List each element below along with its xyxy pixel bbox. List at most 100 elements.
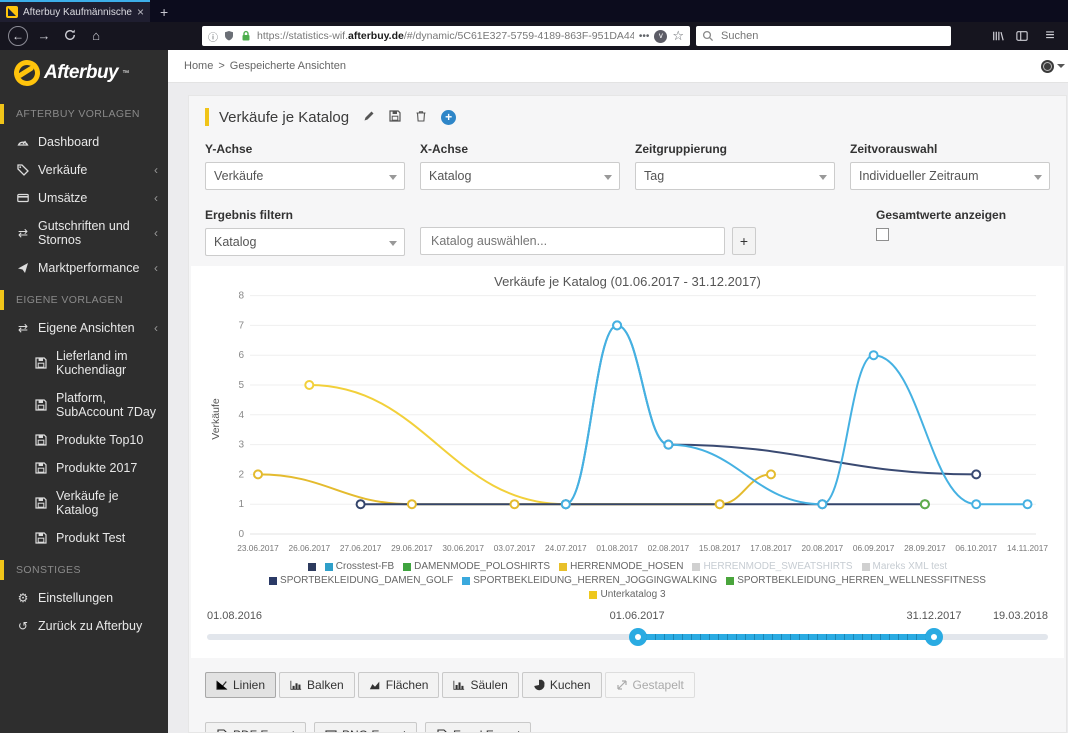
forward-icon[interactable]: → [34,26,54,46]
legend-swatch [462,576,471,585]
sidebar-saved-view-current[interactable]: Verkäufe je Katalog [0,482,168,524]
shield-icon[interactable] [223,30,235,42]
chevron-down-icon [1057,64,1065,68]
sidebar-saved-view[interactable]: Lieferland im Kuchendiagr [0,342,168,384]
slider-from-label: 01.06.2017 [609,610,665,622]
chart-type-kuchen-button[interactable]: Kuchen [521,672,602,698]
slider-handle-end[interactable] [925,628,944,646]
time-preset-select[interactable]: Individueller Zeitraum [850,162,1050,190]
legend-swatch [861,562,870,571]
filter-type-select[interactable]: Katalog [205,228,405,256]
chart-type-linien-button[interactable]: Linien [205,672,277,698]
browser-tab[interactable]: Afterbuy Kaufmännische Über × [0,0,150,22]
legend-item[interactable]: SPORTBEKLEIDUNG_HERREN_JOGGINGWALKING [462,575,717,586]
chart-type-flaechen-button[interactable]: Flächen [357,672,440,698]
legend-item[interactable]: SPORTBEKLEIDUNG_HERREN_WELLNESSFITNESS [726,575,986,586]
sidebar-item-gutschriften[interactable]: ⇄ Gutschriften und Stornos ‹ [0,212,168,254]
save-view-button[interactable] [389,108,401,126]
info-icon[interactable]: ⓘ [208,29,218,44]
new-tab-button[interactable]: + [160,4,168,22]
slider-to-label: 31.12.2017 [906,610,962,622]
excel-export-button[interactable]: Excel Export [425,722,532,732]
sidebar-saved-view[interactable]: Produkte Top10 [0,426,168,454]
svg-text:5: 5 [238,380,244,391]
legend-item[interactable]: Unterkatalog 3 [589,589,666,600]
library-icon[interactable] [992,30,1004,42]
language-selector[interactable] [1041,59,1065,73]
breadcrumb-current: Gespeicherte Ansichten [229,60,346,72]
sidebar-item-umsaetze[interactable]: Umsätze ‹ [0,184,168,212]
sidebar-item-zurueck[interactable]: ↺ Zurück zu Afterbuy [0,612,168,640]
yellow-accent [205,108,209,126]
legend-item[interactable]: Crosstest-FB [324,561,394,572]
time-preset-label: Zeitvorauswahl [850,142,938,156]
legend-item[interactable]: DAMENMODE_POLOSHIRTS [403,561,550,572]
lock-icon[interactable] [240,30,252,42]
menu-icon[interactable]: ≡ [1040,26,1060,46]
svg-text:15.08.2017: 15.08.2017 [698,543,740,553]
search-bar[interactable] [696,26,951,46]
home-icon[interactable]: ⌂ [86,26,106,46]
png-export-button[interactable]: PNG Export [314,722,418,732]
svg-text:24.07.2017: 24.07.2017 [545,543,587,553]
legend-item[interactable] [307,561,316,572]
stacked-icon [616,680,627,690]
pdf-export-button[interactable]: PDF Export [205,722,307,732]
breadcrumb-home[interactable]: Home [184,60,213,72]
yellow-accent [0,290,4,310]
legend-item[interactable]: Mareks XML test [861,561,947,572]
legend-item[interactable]: SPORTBEKLEIDUNG_DAMEN_GOLF [269,575,453,586]
svg-text:14.11.2017: 14.11.2017 [1007,543,1048,553]
pocket-icon[interactable]: v [654,29,668,43]
sidebar-toggle-icon[interactable] [1016,30,1028,42]
svg-text:01.08.2017: 01.08.2017 [596,543,638,553]
time-group-select[interactable]: Tag [635,162,835,190]
chevron-left-icon: ‹ [154,261,158,275]
legend-item[interactable]: HERRENMODE_SWEATSHIRTS [692,561,853,572]
sidebar-item-einstellungen[interactable]: ⚙ Einstellungen [0,584,168,612]
svg-text:28.09.2017: 28.09.2017 [904,543,946,553]
time-range-slider[interactable]: 01.08.2016 01.06.2017 31.12.2017 19.03.2… [207,610,1048,658]
x-axis-label: X-Achse [420,142,469,156]
filter-value-field[interactable] [420,227,725,255]
line-chart: 0 1 2 3 4 5 6 7 8 23.06.2017 26.06.2017 27.06.2017 2… [210,291,1048,553]
edit-button[interactable] [363,108,375,126]
search-input[interactable] [719,29,945,43]
afterbuy-favicon-icon [6,6,18,18]
url-text[interactable]: https://statistics-wif.afterbuy.de/#/dyn… [257,30,634,42]
add-view-button[interactable]: + [441,109,457,125]
sidebar-item-eigene-ansichten[interactable]: ⇄ Eigene Ansichten ‹ [0,314,168,342]
url-bar[interactable]: ⓘ https://statistics-wif.afterbuy.de/#/d… [202,26,690,46]
sidebar-item-dashboard[interactable]: Dashboard [0,128,168,156]
reload-icon[interactable] [60,26,80,46]
y-axis-select[interactable]: Verkäufe [205,162,405,190]
tab-close-icon[interactable]: × [137,6,144,18]
slider-handle-start[interactable] [628,628,647,646]
svg-text:3: 3 [238,440,244,451]
delete-view-button[interactable] [415,108,427,126]
chart-type-balken-button[interactable]: Balken [279,672,355,698]
sidebar-saved-view[interactable]: Produkt Test [0,524,168,552]
totals-checkbox[interactable] [876,228,889,241]
sidebar-saved-view[interactable]: Produkte 2017 [0,454,168,482]
y-axis-label: Y-Achse [205,142,253,156]
slider-max-label: 19.03.2018 [992,610,1048,622]
filter-value-input[interactable] [429,233,716,249]
x-axis-select[interactable]: Katalog [420,162,620,190]
tab-title: Afterbuy Kaufmännische Über [23,6,132,18]
sidebar-item-marktperformance[interactable]: Marktperformance ‹ [0,254,168,282]
sidebar-saved-view[interactable]: Platform, SubAccount 7Day [0,384,168,426]
chart-type-saeulen-button[interactable]: Säulen [442,672,519,698]
page-actions-icon[interactable]: ••• [639,31,650,42]
filter-label: Ergebnis filtern [205,208,294,222]
sidebar-item-verkaeufe[interactable]: Verkäufe ‹ [0,156,168,184]
add-filter-button[interactable]: + [732,227,756,255]
legend-item[interactable]: HERRENMODE_HOSEN [559,561,683,572]
slider-selected-range[interactable] [637,634,935,640]
bookmark-star-icon[interactable]: ☆ [672,28,684,44]
dropdown-caret-icon [389,241,397,246]
legend-label: HERRENMODE_HOSEN [570,561,684,572]
afterbuy-logo[interactable]: Afterbuy ™ [0,50,168,96]
svg-text:17.08.2017: 17.08.2017 [750,543,792,553]
back-icon[interactable]: ← [8,26,28,46]
